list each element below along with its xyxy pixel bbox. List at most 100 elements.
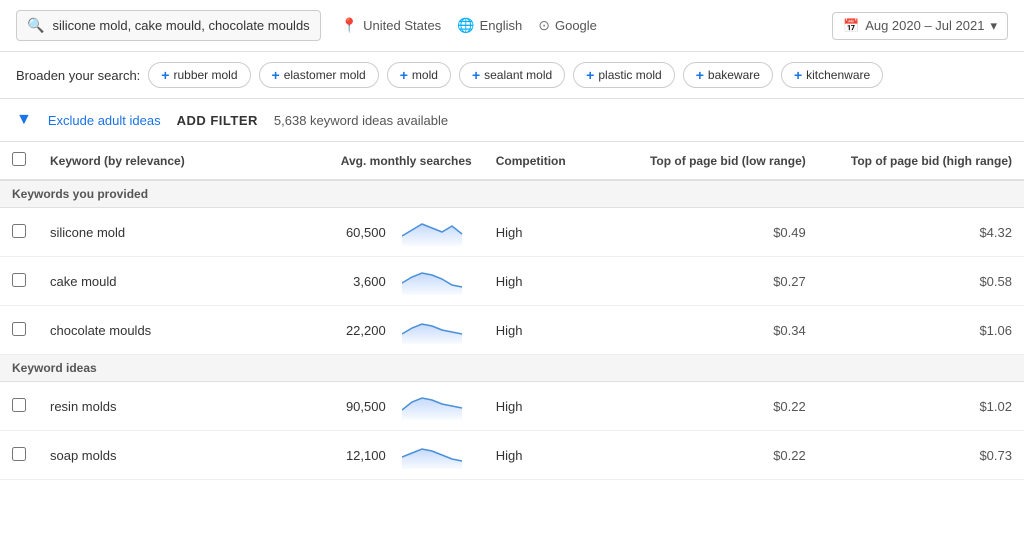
language-selector[interactable]: 🌐 English [457, 17, 522, 34]
avg-value: 3,600 [353, 274, 386, 289]
row-checkbox[interactable] [12, 322, 26, 336]
plus-icon: + [794, 67, 802, 83]
bid-high-cell: $1.06 [818, 306, 1024, 355]
broaden-chip-mold[interactable]: + mold [387, 62, 451, 88]
avg-monthly-cell: 60,500 [261, 208, 484, 257]
plus-icon: + [400, 67, 408, 83]
bid-low-cell: $0.22 [617, 431, 817, 480]
row-checkbox[interactable] [12, 447, 26, 461]
plus-icon: + [472, 67, 480, 83]
th-keyword: Keyword (by relevance) [38, 142, 261, 180]
location-label: United States [363, 18, 441, 33]
avg-value: 90,500 [346, 399, 386, 414]
section-label: Keyword ideas [0, 355, 1024, 382]
location-icon: 📍 [341, 17, 358, 34]
calendar-icon: 📅 [843, 18, 859, 34]
bid-low-cell: $0.22 [617, 382, 817, 431]
bid-low-cell: $0.27 [617, 257, 817, 306]
location-selector[interactable]: 📍 United States [341, 17, 441, 34]
table-row: soap molds 12,100 [0, 431, 1024, 480]
keywords-table: Keyword (by relevance) Avg. monthly sear… [0, 142, 1024, 480]
sparkline-chart [402, 392, 472, 420]
add-filter-button[interactable]: ADD FILTER [177, 113, 258, 128]
avg-value: 12,100 [346, 448, 386, 463]
bid-low-cell: $0.49 [617, 208, 817, 257]
bid-high-cell: $4.32 [818, 208, 1024, 257]
chip-label: bakeware [708, 68, 760, 82]
broaden-chip-bakeware[interactable]: + bakeware [683, 62, 773, 88]
keyword-cell: soap molds [38, 431, 261, 480]
th-competition: Competition [484, 142, 618, 180]
avg-monthly-cell: 12,100 [261, 431, 484, 480]
filter-bar: ▼ Exclude adult ideas ADD FILTER 5,638 k… [0, 99, 1024, 142]
plus-icon: + [272, 67, 280, 83]
chip-label: elastomer mold [284, 68, 366, 82]
funnel-icon: ▼ [16, 111, 32, 129]
keyword-cell: silicone mold [38, 208, 261, 257]
language-label: English [480, 18, 523, 33]
row-checkbox-cell [0, 208, 38, 257]
avg-value: 22,200 [346, 323, 386, 338]
bid-high-cell: $0.73 [818, 431, 1024, 480]
broaden-chip-plastic-mold[interactable]: + plastic mold [573, 62, 675, 88]
table-row: cake mould 3,600 [0, 257, 1024, 306]
plus-icon: + [586, 67, 594, 83]
sparkline-chart [402, 267, 472, 295]
row-checkbox[interactable] [12, 224, 26, 238]
bid-high-cell: $0.58 [818, 257, 1024, 306]
plus-icon: + [161, 67, 169, 83]
date-range-label: Aug 2020 – Jul 2021 [865, 18, 984, 33]
broaden-bar: Broaden your search: + rubber mold + ela… [0, 52, 1024, 99]
row-checkbox[interactable] [12, 273, 26, 287]
broaden-label: Broaden your search: [16, 68, 140, 83]
header-meta: 📍 United States 🌐 English ⊙ Google [341, 17, 597, 34]
sparkline-chart [402, 316, 472, 344]
table-row: chocolate moulds 22,200 [0, 306, 1024, 355]
chip-label: plastic mold [598, 68, 661, 82]
th-bid-low: Top of page bid (low range) [617, 142, 817, 180]
sparkline-chart [402, 218, 472, 246]
chip-label: kitchenware [806, 68, 870, 82]
row-checkbox[interactable] [12, 398, 26, 412]
date-range-selector[interactable]: 📅 Aug 2020 – Jul 2021 ▾ [832, 12, 1008, 40]
table-header-row: Keyword (by relevance) Avg. monthly sear… [0, 142, 1024, 180]
ideas-count: 5,638 keyword ideas available [274, 113, 448, 128]
broaden-chip-kitchenware[interactable]: + kitchenware [781, 62, 883, 88]
engine-label: Google [555, 18, 597, 33]
bid-low-cell: $0.34 [617, 306, 817, 355]
avg-value: 60,500 [346, 225, 386, 240]
chip-label: rubber mold [173, 68, 237, 82]
chevron-down-icon: ▾ [990, 18, 997, 34]
competition-cell: High [484, 208, 618, 257]
engine-selector[interactable]: ⊙ Google [538, 17, 597, 34]
engine-icon: ⊙ [538, 17, 550, 34]
broaden-chip-sealant-mold[interactable]: + sealant mold [459, 62, 565, 88]
select-all-checkbox[interactable] [12, 152, 26, 166]
chip-label: sealant mold [484, 68, 552, 82]
search-bar: 🔍 silicone mold, cake mould, chocolate m… [0, 0, 1024, 52]
search-text: silicone mold, cake mould, chocolate mou… [52, 18, 309, 33]
bid-high-cell: $1.02 [818, 382, 1024, 431]
competition-cell: High [484, 257, 618, 306]
avg-monthly-cell: 22,200 [261, 306, 484, 355]
table-row: resin molds 90,500 [0, 382, 1024, 431]
broaden-chip-rubber-mold[interactable]: + rubber mold [148, 62, 250, 88]
exclude-adult-link[interactable]: Exclude adult ideas [48, 113, 161, 128]
search-icon: 🔍 [27, 17, 44, 34]
row-checkbox-cell [0, 431, 38, 480]
avg-monthly-cell: 90,500 [261, 382, 484, 431]
section-header-row: Keyword ideas [0, 355, 1024, 382]
search-box[interactable]: 🔍 silicone mold, cake mould, chocolate m… [16, 10, 321, 41]
competition-cell: High [484, 431, 618, 480]
broaden-chip-elastomer-mold[interactable]: + elastomer mold [259, 62, 379, 88]
table-row: silicone mold 60,500 [0, 208, 1024, 257]
competition-cell: High [484, 306, 618, 355]
row-checkbox-cell [0, 306, 38, 355]
language-icon: 🌐 [457, 17, 474, 34]
plus-icon: + [696, 67, 704, 83]
sparkline-chart [402, 441, 472, 469]
row-checkbox-cell [0, 257, 38, 306]
row-checkbox-cell [0, 382, 38, 431]
section-label: Keywords you provided [0, 180, 1024, 208]
keyword-cell: chocolate moulds [38, 306, 261, 355]
